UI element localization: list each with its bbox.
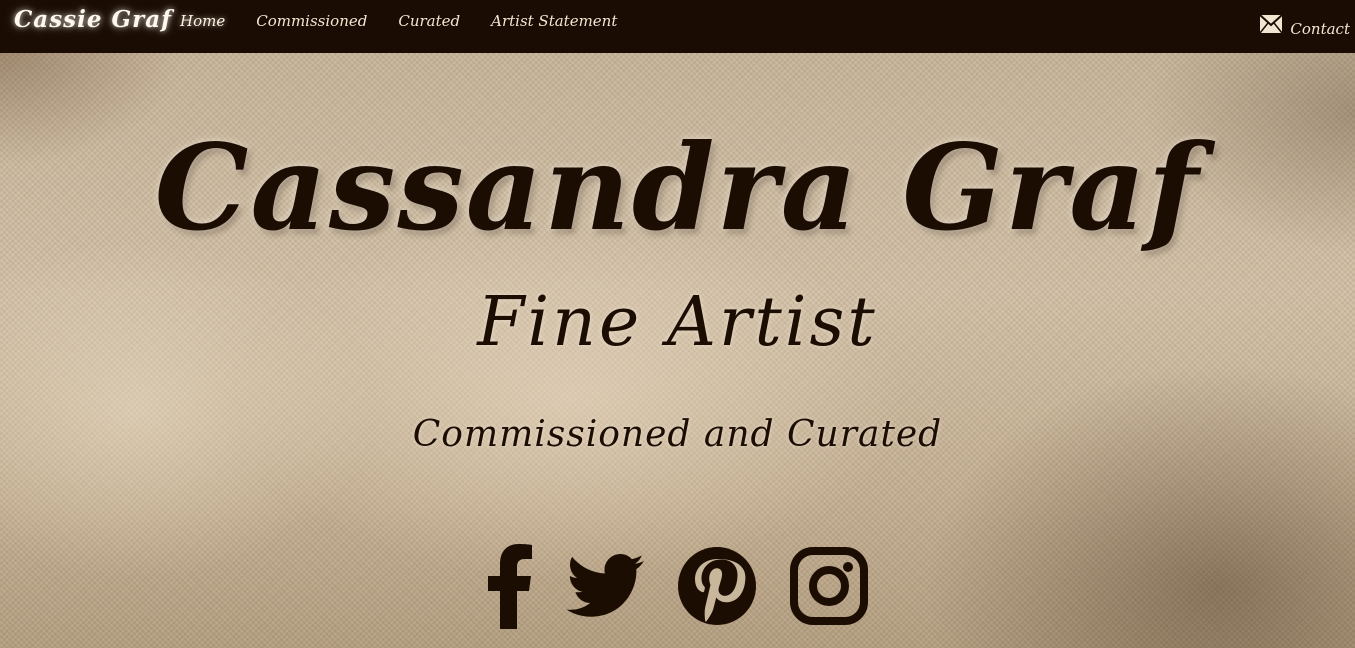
contact-link[interactable]: Contact — [1259, 14, 1350, 38]
hero-title: Cassandra Graf — [154, 118, 1201, 257]
nav-link-commissioned[interactable]: Commissioned — [256, 12, 367, 30]
envelope-icon — [1259, 14, 1284, 37]
hero-subtitle: Fine Artist — [477, 283, 878, 362]
brand-logo[interactable]: Cassie Graf — [14, 6, 172, 33]
hero-section: Cassandra Graf Fine Artist Commissioned … — [0, 53, 1355, 648]
hero-tagline: Commissioned and Curated — [412, 414, 943, 455]
contact-label: Contact — [1290, 20, 1350, 38]
nav-link-artist-statement[interactable]: Artist Statement — [491, 12, 617, 30]
nav-link-curated[interactable]: Curated — [398, 12, 460, 30]
instagram-icon[interactable] — [789, 547, 868, 625]
facebook-icon[interactable] — [487, 543, 532, 629]
nav-link-home[interactable]: Home — [180, 12, 225, 30]
pinterest-icon[interactable] — [677, 547, 756, 625]
nav-links: Home Commissioned Curated Artist Stateme… — [180, 12, 648, 30]
social-links — [0, 543, 1355, 629]
top-navbar: Cassie Graf Home Commissioned Curated Ar… — [0, 0, 1355, 53]
twitter-icon[interactable] — [566, 553, 644, 619]
